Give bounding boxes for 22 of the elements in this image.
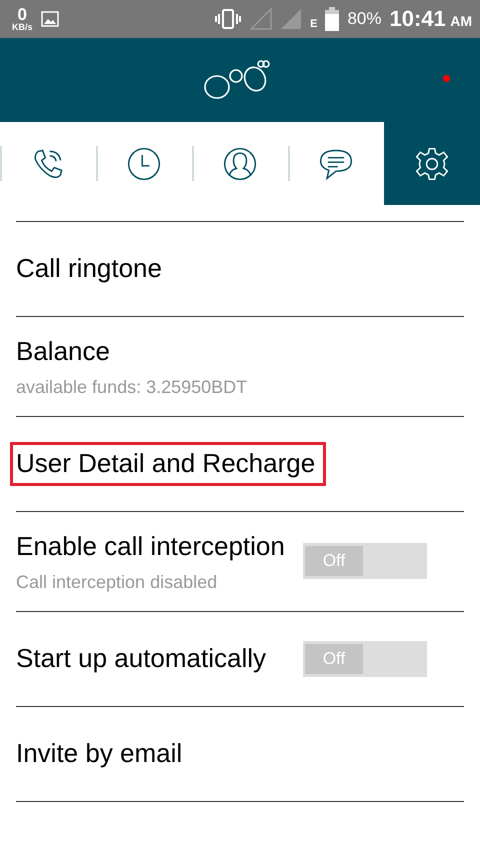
settings-icon (414, 146, 450, 182)
clock-icon (126, 146, 162, 182)
image-icon (40, 11, 59, 27)
clock-ampm: AM (450, 13, 472, 29)
setting-title[interactable]: User Detail and Recharge (10, 442, 326, 486)
person-icon (222, 146, 258, 182)
setting-summary: available funds: 3.25950BDT (16, 376, 248, 398)
signal-icon (250, 8, 272, 30)
setting-title[interactable]: Balance (16, 335, 110, 369)
battery-icon (325, 7, 340, 31)
setting-title[interactable]: Start up automatically (16, 642, 266, 676)
signal-icon (280, 8, 302, 30)
battery-percent: 80% (347, 9, 382, 29)
speed-unit: KB/s (12, 23, 33, 32)
data-speed: 0 (18, 6, 27, 23)
vibrate-icon (214, 8, 242, 30)
setting-summary: Call interception disabled (16, 572, 218, 593)
setting-title[interactable]: Call ringtone (16, 252, 162, 286)
network-type: E (310, 18, 318, 30)
setting-title[interactable]: Enable call interception (16, 530, 285, 564)
setting-title[interactable]: Invite by email (16, 736, 182, 770)
clock-time: 10:41 (389, 6, 446, 31)
